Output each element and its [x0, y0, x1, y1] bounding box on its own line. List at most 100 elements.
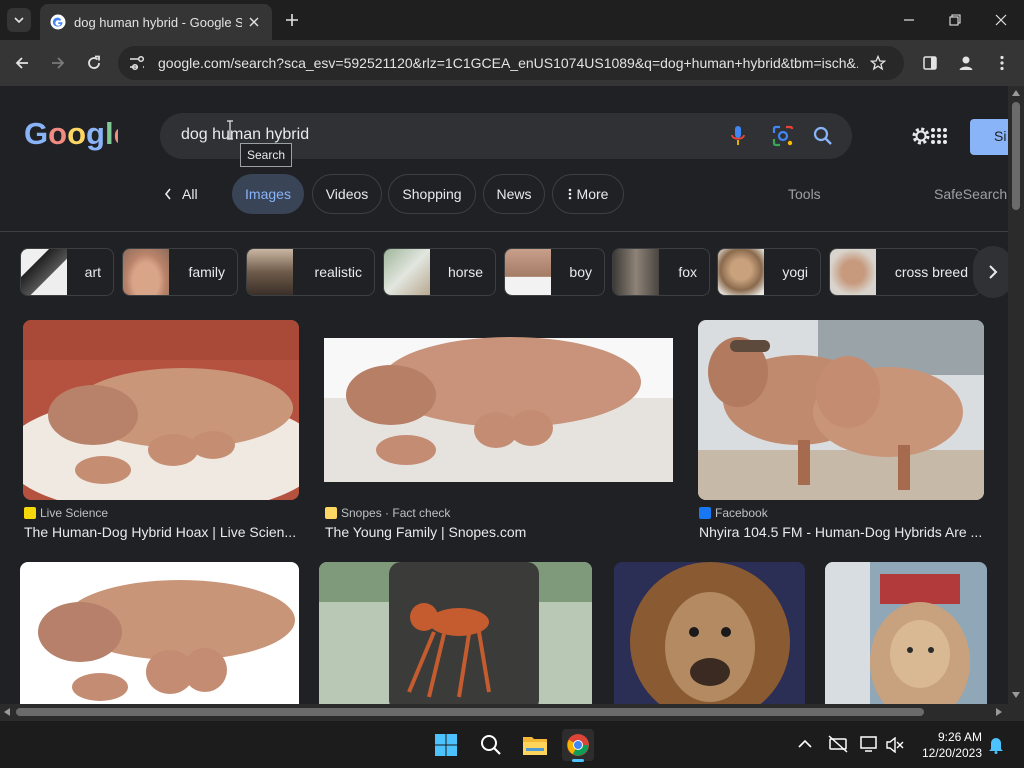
related-label: art: [84, 264, 101, 280]
related-thumb: [718, 249, 764, 295]
google-favicon-icon: [50, 14, 66, 30]
minimize-icon: [904, 19, 914, 21]
windows-logo-icon: [435, 734, 457, 756]
taskbar-search-button[interactable]: [475, 729, 507, 761]
chevron-right-icon: [989, 265, 998, 279]
search-icon[interactable]: [813, 126, 833, 146]
sign-in-button[interactable]: Si: [970, 119, 1008, 155]
folder-icon: [523, 737, 547, 755]
back-button[interactable]: [8, 49, 36, 77]
snopes-favicon-icon: [325, 507, 337, 519]
file-explorer-button[interactable]: [519, 729, 551, 761]
browser-toolbar: google.com/search?sca_esv=592521120&rlz=…: [0, 40, 1024, 86]
profile-button[interactable]: [952, 49, 980, 77]
result-title-1[interactable]: The Human-Dog Hybrid Hoax | Live Scien..…: [24, 524, 300, 540]
reload-icon: [88, 55, 100, 69]
result-image-5[interactable]: [319, 562, 592, 704]
search-input[interactable]: dog human hybrid: [181, 126, 309, 144]
related-chip-horse[interactable]: horse: [383, 248, 496, 296]
result-source-1-text: Live Science: [40, 506, 109, 520]
related-chip-realistic[interactable]: realistic: [246, 248, 375, 296]
tab-close-button[interactable]: [246, 14, 262, 30]
vertical-scrollbar[interactable]: [1008, 86, 1024, 704]
related-thumb: [123, 249, 169, 295]
related-chip-cross-breed[interactable]: cross breed: [829, 248, 981, 296]
result-image-6[interactable]: [614, 562, 805, 704]
related-chip-yogi[interactable]: yogi: [717, 248, 821, 296]
chips-next-button[interactable]: [973, 246, 1008, 298]
notification-bell-icon[interactable]: [988, 736, 1004, 754]
lens-camera-icon[interactable]: [772, 125, 794, 147]
result-title-3[interactable]: Nhyira 104.5 FM - Human-Dog Hybrids Are …: [699, 524, 985, 540]
chevron-up-icon[interactable]: [798, 739, 812, 749]
related-thumb: [21, 249, 67, 295]
result-title-2[interactable]: The Young Family | Snopes.com: [325, 524, 675, 540]
related-chip-fox[interactable]: fox: [612, 248, 710, 296]
chrome-icon: [567, 734, 589, 756]
new-tab-button[interactable]: [282, 10, 302, 30]
filter-more[interactable]: More: [552, 174, 624, 214]
reload-button[interactable]: [80, 49, 108, 77]
filter-all[interactable]: All: [164, 174, 220, 214]
restore-button[interactable]: [932, 0, 978, 40]
sign-in-label: Si: [994, 128, 1007, 144]
sculpture-image: [20, 562, 299, 704]
forward-button[interactable]: [44, 49, 72, 77]
filter-shopping[interactable]: Shopping: [388, 174, 476, 214]
safesearch-button[interactable]: SafeSearch: [934, 186, 1007, 202]
related-label: fox: [678, 264, 697, 280]
result-image-2[interactable]: [321, 320, 675, 500]
browser-tab[interactable]: dog human hybrid - Google Se: [40, 4, 272, 40]
filter-videos[interactable]: Videos: [312, 174, 382, 214]
figurine-image: [319, 562, 592, 704]
scroll-down-icon[interactable]: [1012, 692, 1020, 698]
filter-news[interactable]: News: [483, 174, 545, 214]
related-chip-family[interactable]: family: [122, 248, 238, 296]
browser-menu-button[interactable]: [988, 49, 1016, 77]
result-source-2-text: Snopes · Fact check: [341, 506, 451, 520]
network-disconnected-icon[interactable]: [828, 735, 848, 753]
system-clock[interactable]: 9:26 AM 12/20/2023: [912, 729, 982, 761]
result-source-2[interactable]: Snopes · Fact check: [325, 506, 450, 520]
filter-images[interactable]: Images: [232, 174, 304, 214]
result-source-3[interactable]: Facebook: [699, 506, 768, 520]
chrome-taskbar-button[interactable]: [562, 729, 594, 762]
google-logo[interactable]: Google: [24, 116, 118, 152]
related-chip-art[interactable]: art: [20, 248, 114, 296]
result-image-3[interactable]: [698, 320, 984, 500]
display-icon[interactable]: [860, 735, 880, 753]
result-source-1[interactable]: Live Science: [24, 506, 108, 520]
related-chip-boy[interactable]: boy: [504, 248, 605, 296]
result-image-1[interactable]: [23, 320, 299, 500]
scroll-left-icon[interactable]: [4, 708, 10, 716]
minimize-button[interactable]: [886, 0, 932, 40]
side-panel-icon: [923, 56, 937, 70]
horizontal-scrollbar[interactable]: [0, 704, 1008, 720]
side-panel-button[interactable]: [916, 49, 944, 77]
apps-grid-icon[interactable]: [930, 127, 948, 145]
tools-button[interactable]: Tools: [788, 186, 821, 202]
close-window-button[interactable]: [978, 0, 1024, 40]
arrow-left-icon: [15, 57, 28, 69]
sculpture-image: [321, 320, 675, 500]
bookmark-star-icon[interactable]: [870, 55, 886, 71]
related-label: horse: [447, 264, 483, 280]
result-image-7[interactable]: [825, 562, 987, 704]
result-source-3-text: Facebook: [715, 506, 768, 520]
search-results-page: Google dog human hybrid Search: [0, 86, 1008, 704]
tab-search-button[interactable]: [7, 8, 31, 32]
microphone-icon[interactable]: [730, 125, 746, 147]
address-bar[interactable]: google.com/search?sca_esv=592521120&rlz=…: [118, 46, 904, 80]
result-image-4[interactable]: [20, 562, 299, 704]
volume-muted-icon[interactable]: [886, 737, 904, 753]
site-info-icon[interactable]: [128, 55, 146, 71]
horizontal-scroll-thumb[interactable]: [16, 708, 924, 716]
related-label: family: [188, 264, 225, 280]
vertical-scroll-thumb[interactable]: [1012, 102, 1020, 210]
scroll-right-icon[interactable]: [996, 708, 1002, 716]
filter-more-label: More: [576, 186, 609, 202]
scroll-up-icon[interactable]: [1012, 90, 1020, 96]
start-button[interactable]: [430, 729, 462, 761]
chevron-down-icon: [14, 17, 24, 23]
clock-time: 9:26 AM: [937, 730, 982, 744]
